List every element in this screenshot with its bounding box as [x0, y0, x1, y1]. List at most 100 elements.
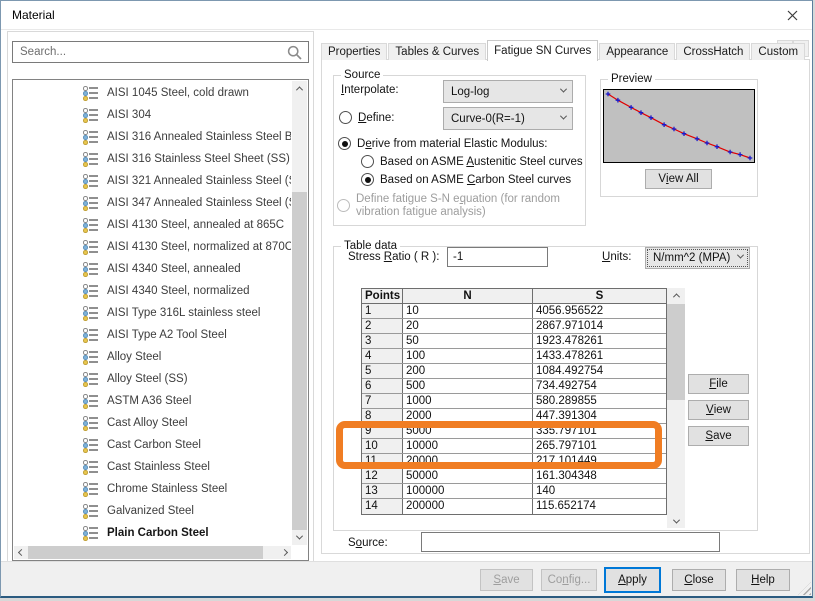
tab[interactable]: Properties	[321, 43, 387, 60]
cell-s[interactable]: 1433.478261	[533, 349, 666, 363]
tab[interactable]: Tables & Curves	[388, 43, 486, 60]
tab[interactable]: Custom	[751, 43, 805, 60]
carbon-radio[interactable]	[361, 173, 374, 186]
material-tree-item[interactable]: AISI 1045 Steel, cold drawn	[14, 82, 291, 104]
material-tree-item[interactable]: AISI 4340 Steel, annealed	[14, 258, 291, 280]
material-tree-item[interactable]: AISI Type 316L stainless steel	[14, 302, 291, 324]
tree-vertical-scrollbar[interactable]	[292, 81, 307, 545]
material-tree-item[interactable]: Alloy Steel (SS)	[14, 368, 291, 390]
material-tree-item[interactable]: AISI Type A2 Tool Steel	[14, 324, 291, 346]
material-tree-item[interactable]: Cast Carbon Steel	[14, 434, 291, 456]
define-curve-dropdown[interactable]: Curve-0(R=-1)	[443, 107, 573, 130]
cell-point[interactable]: 10	[362, 439, 403, 453]
cell-n[interactable]: 50	[403, 334, 533, 348]
scroll-right-icon[interactable]	[277, 546, 291, 559]
derive-radio[interactable]	[338, 137, 351, 150]
help-button[interactable]: Help	[736, 569, 790, 591]
cell-point[interactable]: 13	[362, 484, 403, 498]
cell-point[interactable]: 14	[362, 499, 403, 514]
cell-point[interactable]: 1	[362, 304, 403, 318]
material-tree-item[interactable]: AISI 347 Annealed Stainless Steel (SS)	[14, 192, 291, 214]
cell-point[interactable]: 4	[362, 349, 403, 363]
cell-n[interactable]: 200000	[403, 499, 533, 514]
cell-point[interactable]: 3	[362, 334, 403, 348]
apply-button[interactable]: Apply	[604, 567, 661, 593]
cell-s[interactable]: 1084.492754	[533, 364, 666, 378]
cell-n[interactable]: 100000	[403, 484, 533, 498]
tree-vscroll-thumb[interactable]	[292, 192, 307, 534]
cell-point[interactable]: 2	[362, 319, 403, 333]
cell-point[interactable]: 12	[362, 469, 403, 483]
close-button[interactable]: Close	[672, 569, 726, 591]
cell-s[interactable]: 1923.478261	[533, 334, 666, 348]
cell-s[interactable]: 217.101449	[533, 454, 666, 468]
cell-point[interactable]: 11	[362, 454, 403, 468]
table-vscroll-thumb[interactable]	[667, 304, 685, 400]
cell-s[interactable]: 580.289855	[533, 394, 666, 408]
cell-n[interactable]: 10	[403, 304, 533, 318]
view-all-button[interactable]: View All	[645, 169, 712, 189]
cell-n[interactable]: 20000	[403, 454, 533, 468]
material-tree-item[interactable]: AISI 316 Annealed Stainless Steel Bar	[14, 126, 291, 148]
define-radio[interactable]	[339, 111, 352, 124]
cell-s[interactable]: 265.797101	[533, 439, 666, 453]
material-tree-item[interactable]: AISI 4130 Steel, normalized at 870C	[14, 236, 291, 258]
material-tree-item[interactable]: Cast Alloy Steel	[14, 412, 291, 434]
cell-n[interactable]: 1000	[403, 394, 533, 408]
material-tree-item[interactable]: AISI 321 Annealed Stainless Steel (SS)	[14, 170, 291, 192]
cell-n[interactable]: 100	[403, 349, 533, 363]
cell-s[interactable]: 734.492754	[533, 379, 666, 393]
titlebar[interactable]: Material	[1, 1, 812, 30]
tree-hscroll-thumb[interactable]	[28, 546, 263, 559]
search-input[interactable]: Search...	[12, 41, 309, 63]
table-vertical-scrollbar[interactable]	[667, 288, 685, 528]
material-tree-item[interactable]: AISI 316 Stainless Steel Sheet (SS)	[14, 148, 291, 170]
save-curve-button[interactable]: Save	[688, 426, 749, 446]
material-tree-item[interactable]: Alloy Steel	[14, 346, 291, 368]
cell-point[interactable]: 8	[362, 409, 403, 423]
material-tree-item[interactable]: Plain Carbon Steel	[14, 522, 291, 544]
cell-s[interactable]: 335.797101	[533, 424, 666, 438]
material-tree-item[interactable]: AISI 4340 Steel, normalized	[14, 280, 291, 302]
cell-s[interactable]: 447.391304	[533, 409, 666, 423]
scroll-up-icon[interactable]	[292, 81, 307, 96]
cell-n[interactable]: 5000	[403, 424, 533, 438]
cell-point[interactable]: 9	[362, 424, 403, 438]
scroll-left-icon[interactable]	[14, 546, 28, 559]
material-tree-item[interactable]: ASTM A36 Steel	[14, 390, 291, 412]
austenitic-radio[interactable]	[361, 155, 374, 168]
units-dropdown[interactable]: N/mm^2 (MPA)	[645, 247, 750, 269]
cell-point[interactable]: 7	[362, 394, 403, 408]
cell-s[interactable]: 115.652174	[533, 499, 666, 514]
view-button[interactable]: View	[688, 400, 749, 420]
tab[interactable]: CrossHatch	[676, 43, 750, 60]
scroll-down-icon[interactable]	[667, 514, 685, 528]
close-icon[interactable]	[778, 4, 806, 27]
cell-point[interactable]: 5	[362, 364, 403, 378]
cell-n[interactable]: 10000	[403, 439, 533, 453]
cell-n[interactable]: 500	[403, 379, 533, 393]
scroll-down-icon[interactable]	[292, 530, 307, 545]
tree-horizontal-scrollbar[interactable]	[14, 546, 291, 559]
cell-n[interactable]: 50000	[403, 469, 533, 483]
scroll-up-icon[interactable]	[667, 288, 685, 302]
source-field-input[interactable]	[421, 532, 720, 552]
material-tree-item[interactable]: Cast Stainless Steel	[14, 456, 291, 478]
cell-n[interactable]: 20	[403, 319, 533, 333]
material-tree-item[interactable]: Galvanized Steel	[14, 500, 291, 522]
cell-s[interactable]: 161.304348	[533, 469, 666, 483]
material-tree-item[interactable]: AISI 4130 Steel, annealed at 865C	[14, 214, 291, 236]
file-button[interactable]: File	[688, 374, 749, 394]
cell-n[interactable]: 200	[403, 364, 533, 378]
material-tree-item[interactable]: Chrome Stainless Steel	[14, 478, 291, 500]
interpolate-dropdown[interactable]: Log-log	[443, 80, 573, 103]
material-tree-item[interactable]: AISI 304	[14, 104, 291, 126]
tab[interactable]: Fatigue SN Curves	[487, 40, 598, 61]
cell-s[interactable]: 140	[533, 484, 666, 498]
cell-s[interactable]: 2867.971014	[533, 319, 666, 333]
cell-point[interactable]: 6	[362, 379, 403, 393]
cell-n[interactable]: 2000	[403, 409, 533, 423]
cell-s[interactable]: 4056.956522	[533, 304, 666, 318]
tab[interactable]: Appearance	[599, 43, 675, 60]
stress-ratio-input[interactable]: -1	[447, 247, 548, 267]
